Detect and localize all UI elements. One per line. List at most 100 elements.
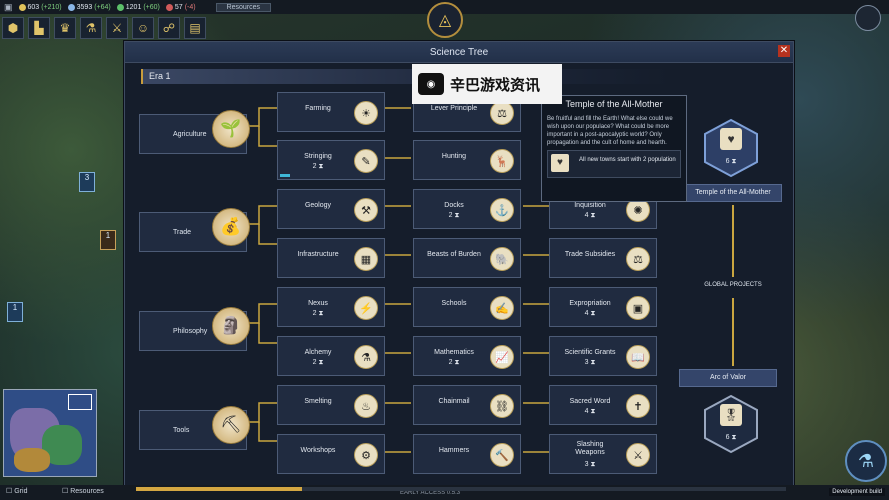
deer-icon: 🦌 [490,149,514,173]
scripture-icon: ✝ [626,394,650,418]
document-icon: ▣ [626,296,650,320]
research-progress-bar [280,174,290,177]
science-icon[interactable]: ⚗ [80,17,102,39]
hammer-icon: 🔨 [490,443,514,467]
project-arc-label[interactable]: Arc of Valor [679,369,777,387]
category-agriculture[interactable]: Agriculture 🌱 [139,110,250,154]
anvil-icon: ⚙ [354,443,378,467]
unit-marker-icon[interactable]: 1 [100,230,116,250]
tooltip-effect: ♥ All new towns start with 2 population [547,150,681,178]
pickaxe-icon: ⛏ [212,406,250,444]
science-tree-window: Science Tree ✕ Era 1 Agriculture 🌱 Trade 💰… [124,41,794,495]
gold-icon [18,3,26,11]
infrastructure-icon: ▦ [354,247,378,271]
geology-icon: ⚒ [354,198,378,222]
tech-scientific-grants[interactable]: Scientific Grants 3 ⧗ 📖 [549,336,657,376]
thinker-icon: 🗿 [212,307,250,345]
tech-geology[interactable]: Geology ⚒ [277,189,385,229]
gold-resource: 603 (+210) [18,3,62,11]
tech-workshops[interactable]: Workshops ⚙ [277,434,385,474]
farming-icon: ☀ [354,101,378,125]
tech-hunting[interactable]: Hunting 🦌 [413,140,521,180]
tech-alchemy[interactable]: Alchemy 2 ⧗ ⚗ [277,336,385,376]
influence-resource: 1201 (+60) [116,3,160,11]
flask-icon [67,3,75,11]
tech-beasts-of-burden[interactable]: Beasts of Burden 🐘 [413,238,521,278]
people-icon [165,3,173,11]
minimap-region [14,448,50,472]
unit-marker-icon[interactable]: 1 [7,302,23,322]
tech-slashing-weapons[interactable]: Slashing Weapons 3 ⧗ ⚔ [549,434,657,474]
book-icon: 📖 [626,345,650,369]
tech-schools[interactable]: Schools ✍ [413,287,521,327]
temple-icon: ♥ [720,128,742,150]
science-flask-button[interactable]: ⚗ [845,440,887,482]
army-icon[interactable]: ⚔ [106,17,128,39]
tech-smelting[interactable]: Smelting ♨ [277,385,385,425]
graph-icon: 📈 [490,345,514,369]
tooltip-description: Be fruitful and fill the Earth! What els… [547,116,673,146]
close-button[interactable]: ✕ [778,45,790,57]
lightning-icon: ⚡ [354,296,378,320]
sprout-icon: 🌱 [212,110,250,148]
tech-chainmail[interactable]: Chainmail ⛓ [413,385,521,425]
axe-icon: ⚔ [626,443,650,467]
medal-icon: 🎖 [720,404,742,426]
tech-farming[interactable]: Farming ☀ [277,92,385,132]
tech-expropriation[interactable]: Expropriation 4 ⧗ ▣ [549,287,657,327]
lever-icon: ⚖ [490,101,514,125]
menu-icon[interactable]: ▣ [4,2,13,13]
connector-line [732,298,734,366]
watermark-overlay: ◉ 辛巴游戏资讯 [412,64,562,104]
journal-icon[interactable]: ▤ [184,17,206,39]
people-icon[interactable]: ☺ [132,17,154,39]
tech-infrastructure[interactable]: Infrastructure ▦ [277,238,385,278]
docks-icon: ⚓ [490,198,514,222]
dev-build-label: Development build [829,488,885,496]
tech-stringing[interactable]: Stringing 2 ⧗ ✎ [277,140,385,180]
category-philosophy[interactable]: Philosophy 🗿 [139,307,250,351]
minimap-viewport[interactable] [68,394,92,410]
tech-nexus[interactable]: Nexus 2 ⧗ ⚡ [277,287,385,327]
gamepad-icon: ◉ [418,73,444,95]
tech-trade-subsidies[interactable]: Trade Subsidies ⚖ [549,238,657,278]
global-project-arc[interactable]: 🎖 6 ⧗ [701,394,761,454]
tech-mathematics[interactable]: Mathematics 2 ⧗ 📈 [413,336,521,376]
resources-button[interactable]: Resources [215,2,272,12]
category-trade[interactable]: Trade 💰 [139,208,250,252]
population-resource: 57 (-4) [165,3,196,11]
chain-icon: ⛓ [490,394,514,418]
stringing-icon: ✎ [354,149,378,173]
quick-action-row: ⬢ ▙ ♛ ⚗ ⚔ ☺ ☍ ▤ [2,17,206,39]
tech-sacred-word[interactable]: Sacred Word 4 ⧗ ✝ [549,385,657,425]
factory-icon[interactable]: ▙ [28,17,50,39]
scales-icon: ⚖ [626,247,650,271]
crown-icon[interactable]: ♛ [54,17,76,39]
board-icon: ✍ [490,296,514,320]
grid-toggle[interactable]: ☐ Grid [6,487,27,495]
smelting-icon: ♨ [354,394,378,418]
tech-hammers[interactable]: Hammers 🔨 [413,434,521,474]
era-progress-bar [136,487,786,491]
global-project-temple[interactable]: ♥ 6 ⧗ [701,118,761,178]
tooltip-title: Temple of the All-Mother [565,99,663,109]
global-projects-label: GLOBAL PROJECTS [704,282,762,288]
temple-icon: ♥ [551,154,569,172]
unit-marker-icon[interactable]: 3 [79,172,95,192]
connector-line [732,205,734,277]
category-tools[interactable]: Tools ⛏ [139,406,250,450]
project-temple-label[interactable]: Temple of the All-Mother [684,184,782,202]
science-resource: 3593 (+64) [67,3,111,11]
faction-emblem-icon[interactable]: ◬ [427,2,463,38]
elephant-icon: 🐘 [490,247,514,271]
settings-orb-button[interactable] [855,5,881,31]
diplomacy-icon[interactable]: ☍ [158,17,180,39]
era-header: Era 1 [141,69,669,84]
minimap[interactable] [3,389,97,477]
era-progress-fill [136,487,302,491]
alchemy-icon: ⚗ [354,345,378,369]
resources-toggle[interactable]: ☐ Resources [62,487,104,495]
project-tooltip: Temple of the All-Mother Be fruitful and… [541,95,687,202]
tech-docks[interactable]: Docks 2 ⧗ ⚓ [413,189,521,229]
cube-icon[interactable]: ⬢ [2,17,24,39]
